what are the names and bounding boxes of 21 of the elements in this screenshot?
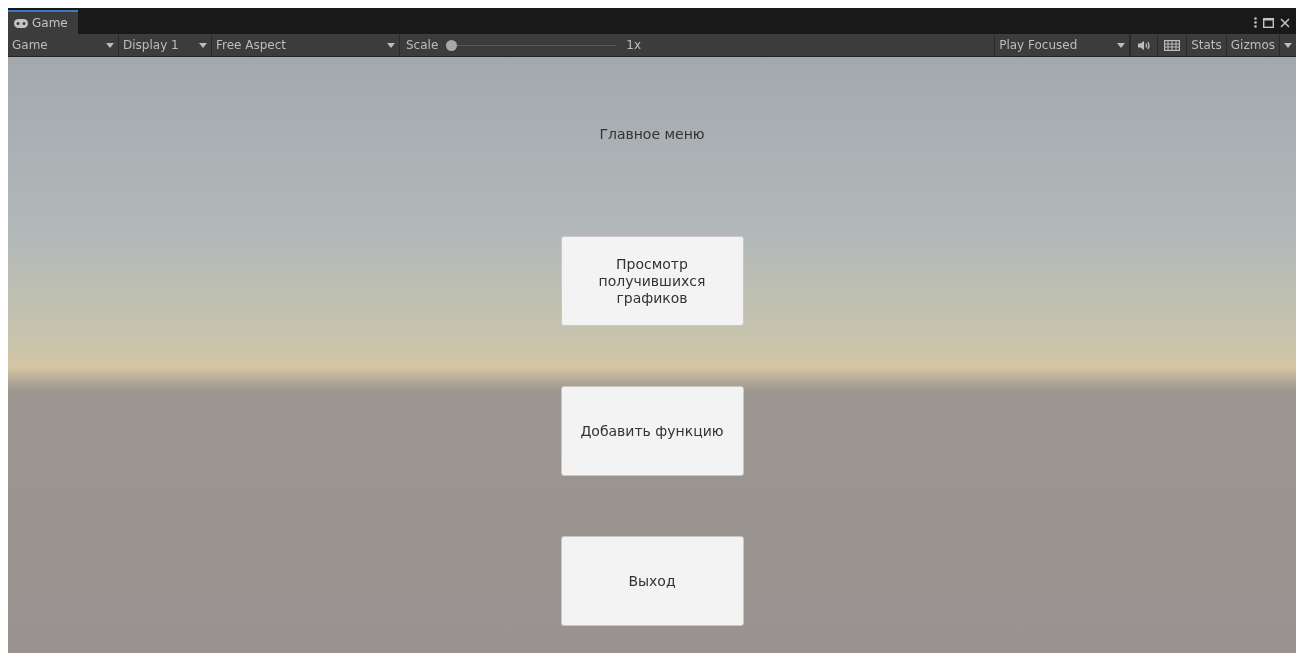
view-mode-dropdown[interactable]: Game bbox=[8, 34, 119, 56]
caret-icon[interactable] bbox=[1284, 42, 1292, 48]
play-mode-dropdown[interactable]: Play Focused bbox=[994, 34, 1131, 56]
gizmos-button[interactable]: Gizmos bbox=[1225, 34, 1279, 56]
slider-thumb[interactable] bbox=[446, 39, 458, 51]
scale-label: Scale bbox=[406, 38, 439, 52]
close-icon[interactable] bbox=[1280, 17, 1290, 28]
display-dropdown[interactable]: Display 1 bbox=[119, 34, 212, 56]
menu-button[interactable]: Выход bbox=[560, 536, 744, 626]
aspect-dropdown[interactable]: Free Aspect bbox=[212, 34, 400, 56]
keyboard-icon[interactable] bbox=[1164, 39, 1181, 51]
menu-button[interactable]: Добавить функцию bbox=[560, 386, 744, 476]
scale-value: 1x bbox=[626, 38, 642, 52]
game-tab[interactable]: Game bbox=[8, 10, 78, 34]
stats-button[interactable]: Stats bbox=[1186, 34, 1226, 56]
gamepad-icon bbox=[14, 18, 28, 28]
speaker-icon[interactable] bbox=[1137, 39, 1152, 51]
maximize-icon[interactable] bbox=[1263, 17, 1274, 28]
menu-button[interactable]: Просмотр получившихся графиков bbox=[560, 236, 744, 326]
menu-title: Главное меню bbox=[599, 126, 705, 142]
more-options-icon[interactable] bbox=[1254, 17, 1257, 28]
